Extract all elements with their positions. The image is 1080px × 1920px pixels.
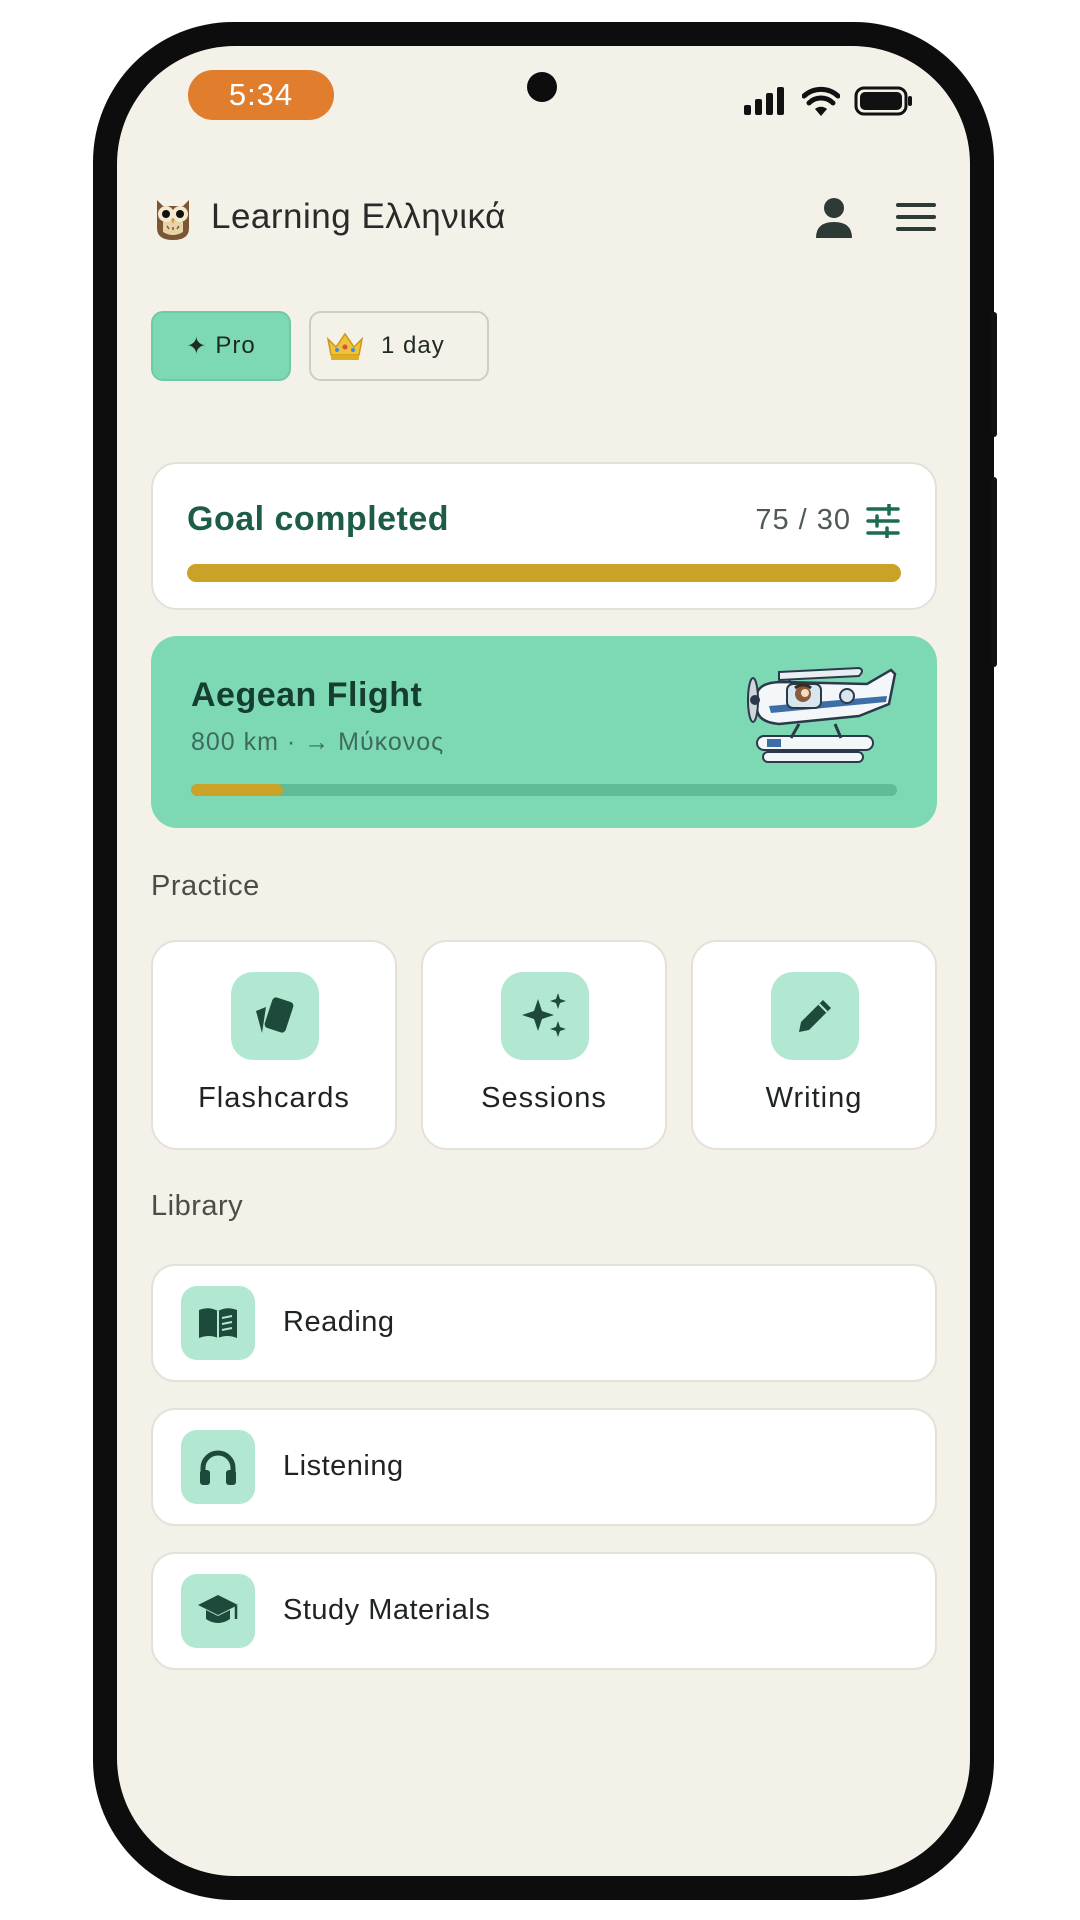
cards-icon xyxy=(231,972,319,1060)
goal-progress-fill xyxy=(187,564,901,582)
listening-row[interactable]: Listening xyxy=(151,1408,937,1526)
pro-chip[interactable]: ✦ Pro xyxy=(151,311,291,381)
writing-label: Writing xyxy=(765,1082,863,1114)
owl-icon xyxy=(157,200,189,240)
front-camera xyxy=(527,72,557,102)
flashcards-label: Flashcards xyxy=(198,1082,350,1114)
profile-button[interactable] xyxy=(814,196,854,238)
graduation-cap-icon xyxy=(181,1574,255,1648)
reading-row[interactable]: Reading xyxy=(151,1264,937,1382)
pro-chip-label: Pro xyxy=(215,332,256,359)
writing-tile[interactable]: Writing xyxy=(691,940,937,1150)
chip-row: ✦ Pro 1 day xyxy=(151,311,489,381)
sessions-label: Sessions xyxy=(481,1082,607,1114)
goal-count: 75 / 30 xyxy=(755,504,851,536)
volume-up-button xyxy=(991,312,997,437)
study-materials-row[interactable]: Study Materials xyxy=(151,1552,937,1670)
listening-label: Listening xyxy=(283,1450,404,1482)
flashcards-tile[interactable]: Flashcards xyxy=(151,940,397,1150)
app-title: Learning Ελληνικά xyxy=(211,197,506,236)
streak-chip[interactable]: 1 day xyxy=(309,311,489,381)
wifi-icon xyxy=(802,86,840,116)
app-header: Learning Ελληνικά xyxy=(151,190,938,244)
book-icon xyxy=(181,1286,255,1360)
seaplane-icon xyxy=(747,666,897,763)
practice-heading: Practice xyxy=(151,870,260,902)
sparkles-icon xyxy=(501,972,589,1060)
goal-title: Goal completed xyxy=(187,500,450,538)
sessions-tile[interactable]: Sessions xyxy=(421,940,667,1150)
screen: 5:34 Learning Ελληνικά ✦ Pro 1 day Goal … xyxy=(117,46,970,1876)
menu-button[interactable] xyxy=(894,201,938,233)
headphones-icon xyxy=(181,1430,255,1504)
power-button xyxy=(991,477,997,667)
crown-icon xyxy=(326,332,364,360)
sparkle-icon: ✦ xyxy=(186,332,208,360)
flight-card[interactable]: Aegean Flight 800 km · → Μύκονος xyxy=(151,636,937,828)
signal-icon xyxy=(744,87,784,115)
pencil-icon xyxy=(771,972,859,1060)
goal-progress-bar xyxy=(187,564,901,582)
library-heading: Library xyxy=(151,1190,244,1222)
flight-title: Aegean Flight xyxy=(191,676,423,714)
streak-chip-label: 1 day xyxy=(381,332,445,359)
tune-icon[interactable] xyxy=(865,504,901,538)
battery-icon xyxy=(854,86,912,116)
flight-progress-bar xyxy=(191,784,897,796)
status-time: 5:34 xyxy=(188,70,334,120)
flight-progress-fill xyxy=(191,784,283,796)
phone-frame: 5:34 Learning Ελληνικά ✦ Pro 1 day Goal … xyxy=(93,22,997,1900)
goal-card[interactable]: Goal completed 75 / 30 xyxy=(151,462,937,610)
reading-label: Reading xyxy=(283,1306,395,1338)
flight-subtitle: 800 km · → Μύκονος xyxy=(191,728,445,756)
study-materials-label: Study Materials xyxy=(283,1594,491,1626)
status-icons xyxy=(744,86,914,116)
